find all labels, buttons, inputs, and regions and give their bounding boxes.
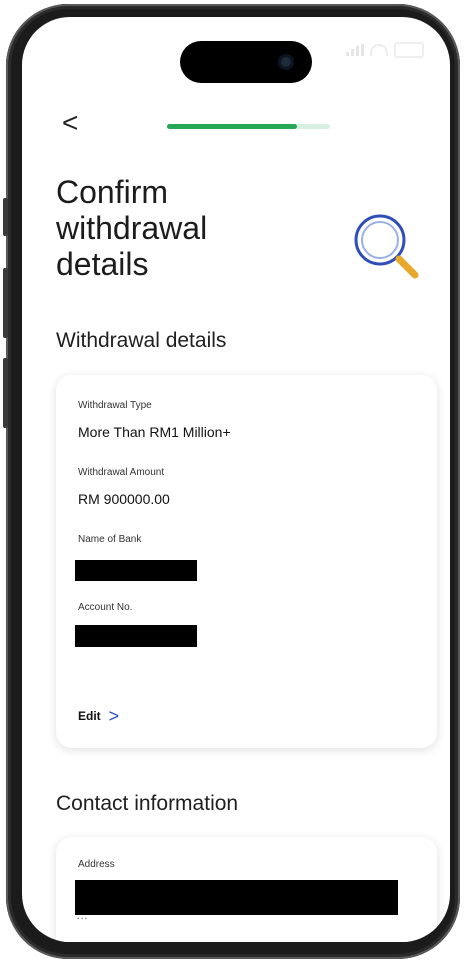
wifi-icon xyxy=(370,44,388,56)
app-screen: < Confirm withdrawal details Withdrawal … xyxy=(22,17,450,942)
chevron-left-icon[interactable]: < xyxy=(62,109,78,137)
withdrawal-type-label: Withdrawal Type xyxy=(78,400,152,411)
edit-button[interactable]: Edit > xyxy=(78,707,119,725)
battery-icon xyxy=(394,42,424,58)
edit-label: Edit xyxy=(78,709,101,723)
withdrawal-amount-value: RM 900000.00 xyxy=(78,491,170,507)
side-button-action xyxy=(3,198,8,236)
page-title-line-1: Confirm xyxy=(56,174,169,210)
dynamic-island xyxy=(180,41,312,83)
chevron-right-icon: > xyxy=(108,706,120,726)
side-button-volume-up xyxy=(3,268,8,338)
progress-bar xyxy=(167,124,330,129)
page-title-line-2: withdrawal xyxy=(56,210,208,246)
withdrawal-type-value: More Than RM1 Million+ xyxy=(78,424,231,440)
account-number-redacted xyxy=(75,625,197,647)
bank-name-redacted xyxy=(75,560,197,581)
withdrawal-amount-label: Withdrawal Amount xyxy=(78,467,165,478)
side-button-volume-down xyxy=(3,358,8,428)
bank-name-label: Name of Bank xyxy=(78,534,142,545)
magnifier-icon xyxy=(354,214,419,279)
withdrawal-details-heading: Withdrawal details xyxy=(56,329,227,352)
contact-information-card: Address … xyxy=(56,837,437,942)
address-label: Address xyxy=(78,859,115,870)
address-redacted xyxy=(75,880,398,915)
signal-icon xyxy=(346,44,364,56)
page-title-line-3: details xyxy=(56,246,149,282)
camera-icon xyxy=(278,54,294,70)
progress-bar-fill xyxy=(167,124,298,129)
status-bar xyxy=(346,42,424,58)
withdrawal-details-card: Withdrawal Type More Than RM1 Million+ W… xyxy=(56,375,437,748)
page-title: Confirm withdrawal details xyxy=(56,174,276,282)
contact-information-heading: Contact information xyxy=(56,792,239,815)
account-number-label: Account No. xyxy=(78,602,133,613)
